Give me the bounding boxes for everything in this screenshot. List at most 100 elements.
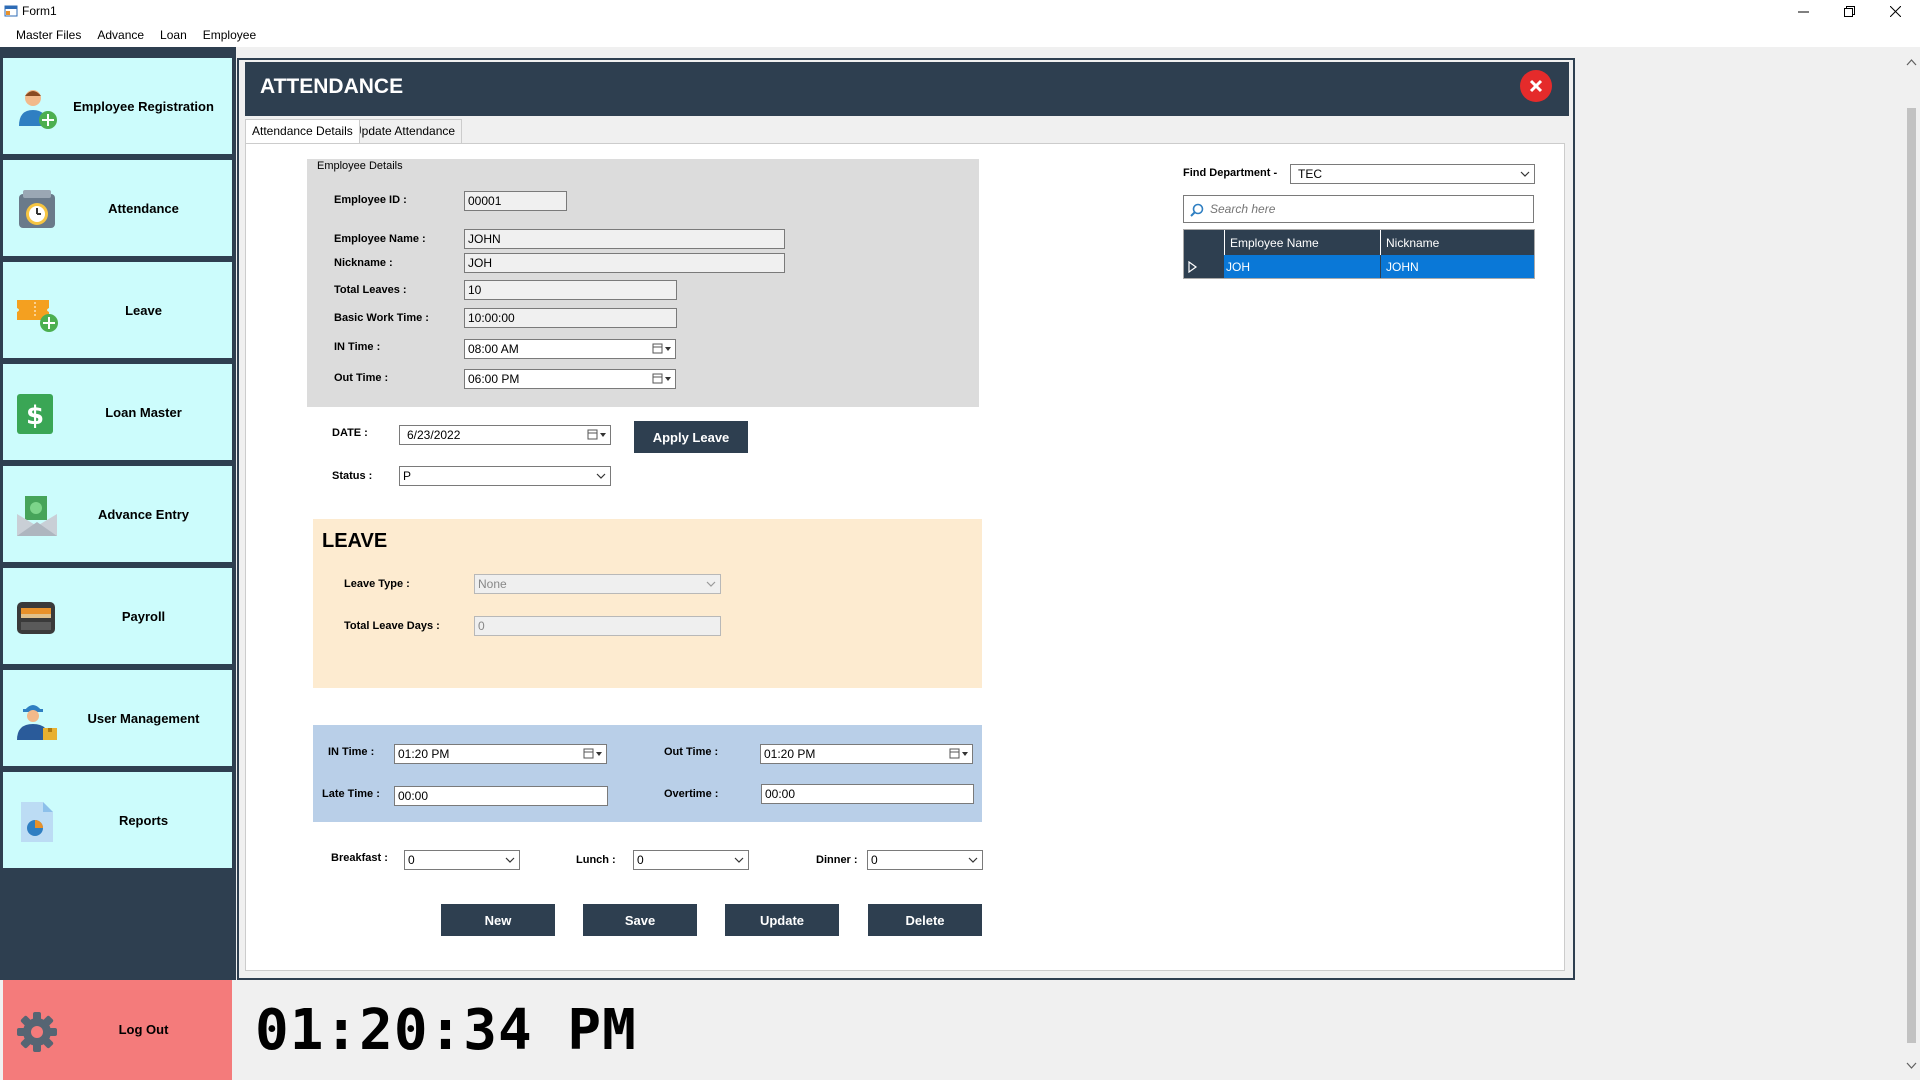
- window-close-button[interactable]: [1872, 0, 1918, 23]
- in-time-label: IN Time :: [334, 341, 381, 353]
- sidebar-item-reports[interactable]: Reports: [3, 772, 232, 870]
- time-panel: [313, 725, 982, 822]
- leave-type-select[interactable]: None: [474, 574, 721, 594]
- minimize-button[interactable]: [1780, 0, 1826, 23]
- menu-loan[interactable]: Loan: [152, 28, 195, 42]
- calendar-dropdown-icon[interactable]: [583, 748, 603, 760]
- employee-id-field[interactable]: 00001: [464, 191, 567, 211]
- chevron-down-icon: [706, 581, 716, 587]
- gear-icon: [17, 1012, 57, 1052]
- leave-title: LEAVE: [322, 530, 388, 552]
- grid-divider: [1380, 255, 1381, 278]
- calendar-dropdown-icon[interactable]: [652, 343, 672, 355]
- total-leaves-field[interactable]: 10: [464, 280, 677, 300]
- sidebar-item-loan-master[interactable]: $ Loan Master: [3, 364, 232, 462]
- tab-update-attendance[interactable]: Update Attendance: [346, 119, 463, 143]
- menu-master-files[interactable]: Master Files: [8, 28, 89, 42]
- money-envelope-icon: [17, 496, 57, 536]
- overtime-field[interactable]: 00:00: [761, 784, 974, 804]
- calendar-dropdown-icon[interactable]: [652, 373, 672, 385]
- late-time-field[interactable]: 00:00: [394, 786, 608, 806]
- leave-type-value: None: [478, 577, 507, 591]
- status-label: Status :: [332, 470, 373, 482]
- wallet-icon: [17, 602, 55, 634]
- lunch-value: 0: [637, 853, 644, 867]
- breakfast-label: Breakfast :: [331, 852, 388, 864]
- status-select[interactable]: P: [399, 466, 611, 486]
- scroll-down-icon[interactable]: [1906, 1062, 1917, 1070]
- restore-icon: [1843, 6, 1855, 17]
- page-title: ATTENDANCE: [260, 75, 404, 98]
- calendar-dropdown-icon[interactable]: [949, 748, 969, 760]
- delete-button[interactable]: Delete: [868, 904, 982, 936]
- restore-button[interactable]: [1826, 0, 1872, 23]
- logout-label: Log Out: [118, 1022, 169, 1037]
- apply-leave-button[interactable]: Apply Leave: [634, 421, 748, 453]
- tab-attendance-details[interactable]: Attendance Details: [245, 119, 360, 143]
- department-select[interactable]: TEC: [1290, 164, 1535, 184]
- sidebar-item-payroll[interactable]: Payroll: [3, 568, 232, 666]
- actual-out-time-picker[interactable]: 01:20 PM: [760, 744, 973, 764]
- close-form-button[interactable]: [1520, 70, 1552, 102]
- department-value: TEC: [1298, 167, 1322, 181]
- chevron-down-icon: [505, 857, 515, 863]
- employee-id-label: Employee ID :: [334, 194, 407, 206]
- calendar-dropdown-icon[interactable]: [587, 429, 607, 441]
- sidebar-item-label: Attendance: [108, 200, 179, 216]
- search-box[interactable]: [1183, 195, 1534, 223]
- out-time-label: Out Time :: [334, 372, 389, 384]
- svg-text:$: $: [26, 401, 44, 431]
- lunch-label: Lunch :: [576, 854, 616, 866]
- report-chart-icon: [21, 802, 53, 842]
- page-header: [245, 62, 1569, 116]
- in-time-label: IN Time :: [328, 746, 375, 758]
- out-time-value: 06:00 PM: [468, 372, 520, 386]
- grid-divider: [1380, 230, 1381, 255]
- basic-work-time-field[interactable]: 10:00:00: [464, 308, 677, 328]
- breakfast-select[interactable]: 0: [404, 850, 520, 870]
- clock-icon: [19, 190, 55, 228]
- sidebar-item-advance-entry[interactable]: Advance Entry: [3, 466, 232, 564]
- status-value: P: [403, 469, 412, 483]
- total-leaves-label: Total Leaves :: [334, 284, 407, 296]
- close-icon: [1529, 79, 1543, 93]
- lunch-select[interactable]: 0: [633, 850, 749, 870]
- scrollbar-thumb[interactable]: [1907, 108, 1916, 1043]
- total-leave-days-field[interactable]: 0: [474, 616, 721, 636]
- column-header-employee-name[interactable]: Employee Name: [1230, 236, 1319, 250]
- date-picker[interactable]: 6/23/2022: [399, 425, 611, 445]
- clock-display: 01:20:34 PM: [255, 998, 637, 1063]
- out-time-picker[interactable]: 06:00 PM: [464, 369, 676, 389]
- employee-name-label: Employee Name :: [334, 233, 426, 245]
- nickname-field[interactable]: JOH: [464, 253, 785, 273]
- sidebar-item-leave[interactable]: Leave: [3, 262, 232, 360]
- new-button[interactable]: New: [441, 904, 555, 936]
- date-label: DATE :: [332, 427, 368, 439]
- sidebar-item-label: Advance Entry: [97, 506, 190, 522]
- find-department-label: Find Department -: [1183, 167, 1278, 179]
- sidebar-item-attendance[interactable]: Attendance: [3, 160, 232, 258]
- column-header-nickname[interactable]: Nickname: [1386, 236, 1439, 250]
- late-time-label: Late Time :: [322, 788, 380, 800]
- in-time-picker[interactable]: 08:00 AM: [464, 339, 676, 359]
- menu-advance[interactable]: Advance: [89, 28, 152, 42]
- sidebar-item-user-management[interactable]: User Management: [3, 670, 232, 768]
- sidebar-item-label: Leave: [125, 302, 162, 318]
- update-button[interactable]: Update: [725, 904, 839, 936]
- employee-grid: Employee Name Nickname JOH JOHN: [1183, 229, 1535, 279]
- overtime-label: Overtime :: [664, 788, 719, 800]
- search-icon: [1190, 203, 1204, 217]
- menu-employee[interactable]: Employee: [195, 28, 264, 42]
- breakfast-value: 0: [408, 853, 415, 867]
- dinner-value: 0: [871, 853, 878, 867]
- sidebar-item-employee-registration[interactable]: Employee Registration: [3, 58, 232, 156]
- actual-in-time-picker[interactable]: 01:20 PM: [394, 744, 607, 764]
- search-input[interactable]: [1208, 199, 1528, 219]
- scroll-up-icon[interactable]: [1906, 58, 1917, 66]
- dinner-select[interactable]: 0: [867, 850, 983, 870]
- logout-button[interactable]: Log Out: [3, 980, 232, 1080]
- sidebar-item-label: User Management: [87, 710, 200, 726]
- employee-name-field[interactable]: JOHN: [464, 229, 785, 249]
- leave-panel: [313, 519, 982, 688]
- save-button[interactable]: Save: [583, 904, 697, 936]
